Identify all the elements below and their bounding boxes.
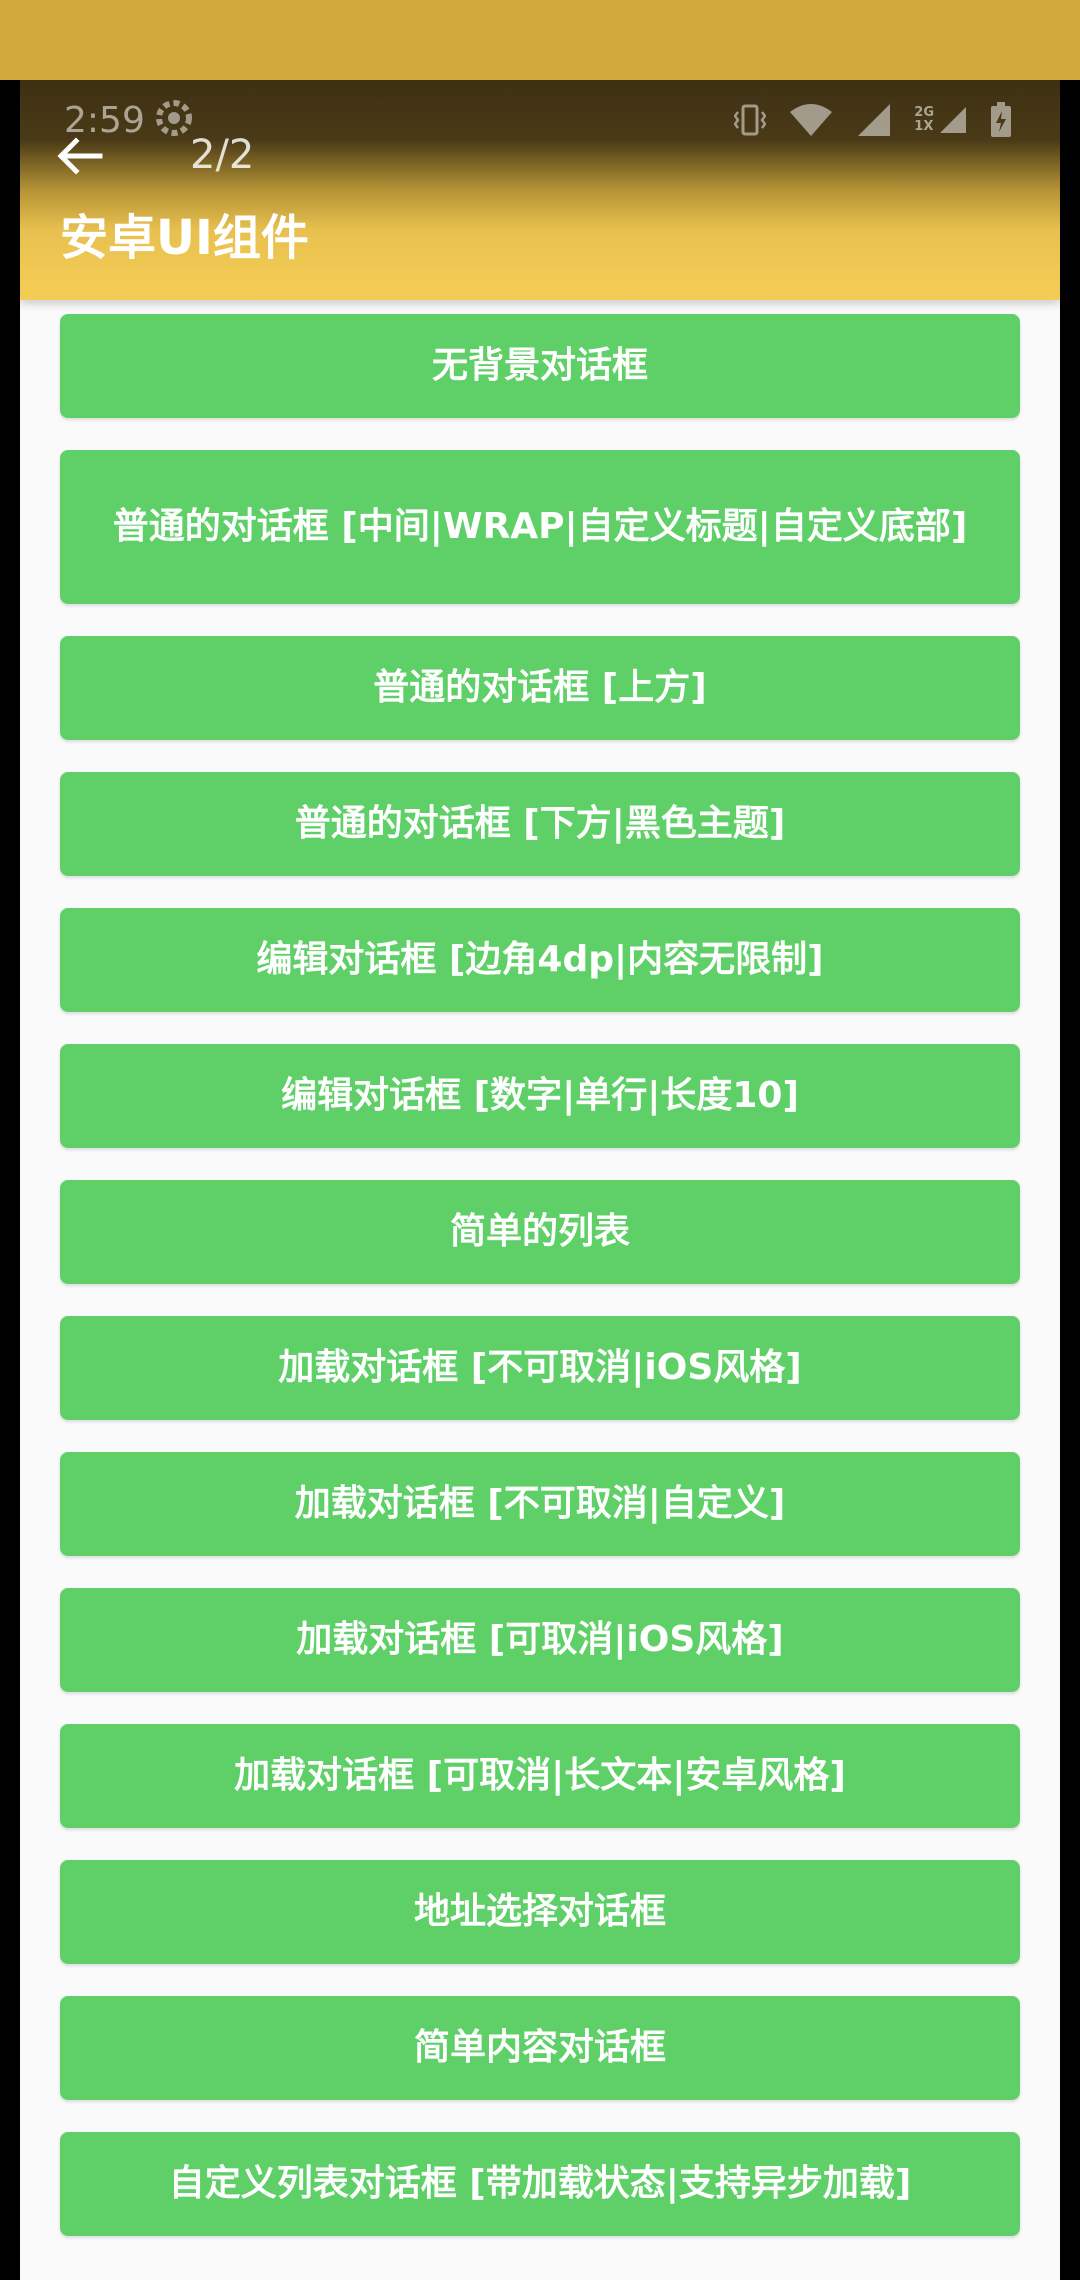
settings-icon [154,98,194,138]
wifi-icon [788,102,834,138]
app-screen: 2:59 2G 1X 2/2 安卓UI组件 无背景对话框 普通的对话框 [中间|… [20,80,1060,2280]
arrow-left-icon [57,137,103,175]
network-label-bottom: 1X [914,119,934,134]
address-picker-dialog-button[interactable]: 地址选择对话框 [60,1860,1020,1964]
edit-dialog-number-button[interactable]: 编辑对话框 [数字|单行|长度10] [60,1044,1020,1148]
no-background-dialog-button[interactable]: 无背景对话框 [60,314,1020,418]
status-icons: 2G 1X [734,100,1012,140]
network-2g-icon: 2G 1X [914,106,934,134]
network-label-top: 2G [914,105,934,120]
loading-dialog-noncancel-ios-button[interactable]: 加载对话框 [不可取消|iOS风格] [60,1316,1020,1420]
page-indicator: 2/2 [190,132,255,178]
normal-dialog-top-button[interactable]: 普通的对话框 [上方] [60,636,1020,740]
back-button[interactable] [50,126,110,186]
simple-content-dialog-button[interactable]: 简单内容对话框 [60,1996,1020,2100]
simple-list-button[interactable]: 简单的列表 [60,1180,1020,1284]
loading-dialog-noncancel-custom-button[interactable]: 加载对话框 [不可取消|自定义] [60,1452,1020,1556]
page-title: 安卓UI组件 [60,210,309,266]
vibrate-icon [734,102,767,138]
dialog-button-list: 无背景对话框 普通的对话框 [中间|WRAP|自定义标题|自定义底部] 普通的对… [60,314,1020,2268]
normal-dialog-center-button[interactable]: 普通的对话框 [中间|WRAP|自定义标题|自定义底部] [60,450,1020,604]
loading-dialog-cancel-android-button[interactable]: 加载对话框 [可取消|长文本|安卓风格] [60,1724,1020,1828]
app-bar: 2:59 2G 1X 2/2 安卓UI组件 [20,80,1060,300]
edit-dialog-corner-button[interactable]: 编辑对话框 [边角4dp|内容无限制] [60,908,1020,1012]
loading-dialog-cancel-ios-button[interactable]: 加载对话框 [可取消|iOS风格] [60,1588,1020,1692]
custom-list-dialog-button[interactable]: 自定义列表对话框 [带加载状态|支持异步加载] [60,2132,1020,2236]
signal-2-icon [938,105,968,135]
top-band [0,0,1080,80]
signal-icon [856,102,892,138]
normal-dialog-bottom-dark-button[interactable]: 普通的对话框 [下方|黑色主题] [60,772,1020,876]
battery-icon [990,102,1012,138]
